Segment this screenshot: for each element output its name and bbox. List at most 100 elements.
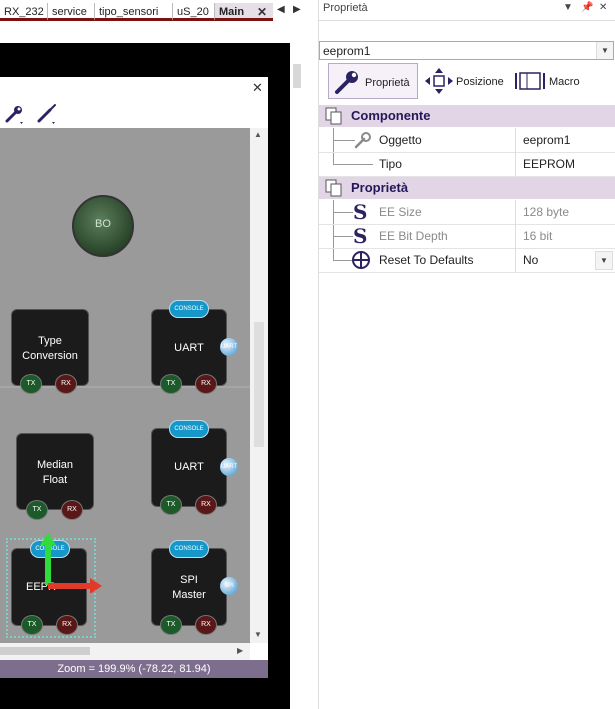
tab-macro[interactable]: Macro: [515, 63, 595, 99]
category-proprieta[interactable]: Proprietà: [319, 177, 615, 199]
pin-tx[interactable]: TX: [26, 500, 48, 520]
prop-row-ee-size[interactable]: S EE Size 128 byte: [319, 200, 615, 225]
pin-tx[interactable]: TX: [20, 374, 42, 394]
column-divider: [515, 152, 516, 176]
properties-panel: Proprietà ▼ 📌 ✕ eeprom1 ▼ Proprietà Posi…: [318, 0, 615, 709]
tab-next-icon[interactable]: ▶: [293, 4, 301, 15]
pin-rx[interactable]: RX: [195, 374, 217, 394]
dropdown-icon[interactable]: ▼: [563, 2, 573, 13]
node-type-conversion[interactable]: Type Conversion: [11, 309, 89, 386]
uart-icon: UART: [220, 458, 238, 476]
close-icon[interactable]: ✕: [599, 2, 607, 13]
node-label: Type: [38, 335, 62, 347]
tab-main[interactable]: Main ✕: [215, 3, 273, 21]
design-canvas[interactable]: BO Type Conversion TX RX UART CONSOLE UA…: [0, 128, 250, 643]
pin-rx[interactable]: RX: [195, 615, 217, 635]
tab-posizione[interactable]: Posizione: [422, 63, 512, 99]
scroll-up-icon[interactable]: ▲: [254, 130, 262, 139]
tab-label: RX_232: [4, 6, 44, 18]
node-label: SPI: [180, 574, 198, 586]
s-property-icon: S: [353, 224, 368, 248]
pin-tx[interactable]: TX: [160, 615, 182, 635]
pin-rx[interactable]: RX: [61, 500, 83, 520]
canvas-vscroll-thumb[interactable]: [254, 322, 264, 447]
node-uart-2[interactable]: UART: [151, 428, 227, 507]
tab-us20[interactable]: uS_20: [173, 3, 215, 21]
prop-value: eeprom1: [523, 133, 571, 147]
node-spi-master[interactable]: SPI Master: [151, 548, 227, 626]
wrench-icon: [335, 71, 358, 94]
scroll-right-icon[interactable]: ▶: [237, 646, 243, 655]
node-label: Float: [42, 474, 68, 486]
scroll-down-icon[interactable]: ▼: [254, 630, 262, 639]
tree-branch: [333, 260, 353, 261]
tab-prev-icon[interactable]: ◀: [277, 4, 285, 15]
canvas-hscroll-thumb[interactable]: [0, 647, 90, 655]
tab-proprieta[interactable]: Proprietà: [328, 63, 418, 99]
pin-tx[interactable]: TX: [160, 495, 182, 515]
outer-scrollbar[interactable]: [290, 43, 308, 709]
console-badge[interactable]: CONSOLE: [169, 420, 209, 438]
macro-icon: [515, 72, 545, 90]
prop-row-reset-to-defaults[interactable]: Reset To Defaults No ▼: [319, 248, 615, 273]
prop-row-oggetto[interactable]: Oggetto eeprom1: [319, 128, 615, 153]
pin-tx[interactable]: TX: [21, 615, 43, 635]
uart-icon: UART: [220, 338, 238, 356]
pin-rx[interactable]: RX: [195, 495, 217, 515]
prop-key: Oggetto: [379, 133, 422, 147]
prop-row-ee-bit-depth[interactable]: S EE Bit Depth 16 bit: [319, 224, 615, 249]
object-selector-value: eeprom1: [323, 44, 371, 58]
prop-value: 16 bit: [523, 229, 553, 243]
header-divider: [319, 20, 615, 21]
category-label: Proprietà: [351, 180, 409, 195]
copy-pages-icon: [325, 107, 342, 125]
tree-branch: [333, 140, 355, 141]
plus-circle-icon: [352, 251, 370, 269]
pin-tx[interactable]: TX: [160, 374, 182, 394]
column-divider: [515, 224, 516, 248]
column-divider: [515, 200, 516, 224]
tree-branch: [333, 164, 373, 165]
pin-rx[interactable]: RX: [56, 615, 78, 635]
close-icon[interactable]: ✕: [252, 80, 263, 96]
outer-scrollbar-thumb[interactable]: [293, 64, 301, 88]
pin-rx[interactable]: RX: [55, 374, 77, 394]
wrench-tool-icon[interactable]: [4, 103, 26, 125]
tab-service[interactable]: service: [48, 3, 95, 21]
prop-key: EE Bit Depth: [379, 229, 448, 243]
node-uart-1[interactable]: UART: [151, 309, 227, 386]
tab-tipo-sensori[interactable]: tipo_sensori: [95, 3, 173, 21]
prop-value: 128 byte: [523, 205, 570, 219]
node-label: Master: [172, 589, 206, 601]
wrench-icon: [354, 132, 371, 149]
close-icon[interactable]: ✕: [257, 3, 267, 21]
prop-row-tipo[interactable]: Tipo EEPROM: [319, 152, 615, 177]
node-median-float[interactable]: Median Float: [16, 433, 94, 510]
prop-value: No: [523, 253, 539, 267]
tab-rx232[interactable]: RX_232: [0, 3, 48, 21]
node-label: UART: [174, 342, 204, 354]
prop-key: Reset To Defaults: [379, 253, 474, 267]
category-componente[interactable]: Componente: [319, 105, 615, 127]
object-selector[interactable]: eeprom1 ▼: [319, 41, 614, 60]
move-gizmo[interactable]: [40, 533, 104, 593]
tree-branch: [333, 212, 353, 213]
chevron-down-icon[interactable]: ▼: [595, 251, 613, 270]
brush-tool-icon[interactable]: [36, 103, 58, 125]
led-bo[interactable]: BO: [72, 195, 134, 257]
node-label: UART: [174, 461, 204, 473]
tab-label: Main: [219, 6, 245, 18]
console-badge[interactable]: CONSOLE: [169, 540, 209, 558]
node-label: Conversion: [22, 350, 78, 362]
chevron-down-icon[interactable]: ▼: [596, 42, 613, 59]
zoom-status: Zoom = 199.9% (-78.22, 81.94): [0, 660, 268, 678]
console-badge[interactable]: CONSOLE: [169, 300, 209, 318]
node-label: Median: [36, 459, 74, 471]
spi-icon: SPI: [220, 577, 238, 595]
tab-bar: [0, 21, 308, 43]
editor-area: RX_232 service tipo_sensori uS_20 Main ✕…: [0, 0, 308, 709]
pin-icon[interactable]: 📌: [581, 2, 593, 13]
tab-label: Proprietà: [365, 77, 410, 89]
category-label: Componente: [351, 108, 431, 123]
panel-title: Proprietà: [323, 2, 368, 14]
